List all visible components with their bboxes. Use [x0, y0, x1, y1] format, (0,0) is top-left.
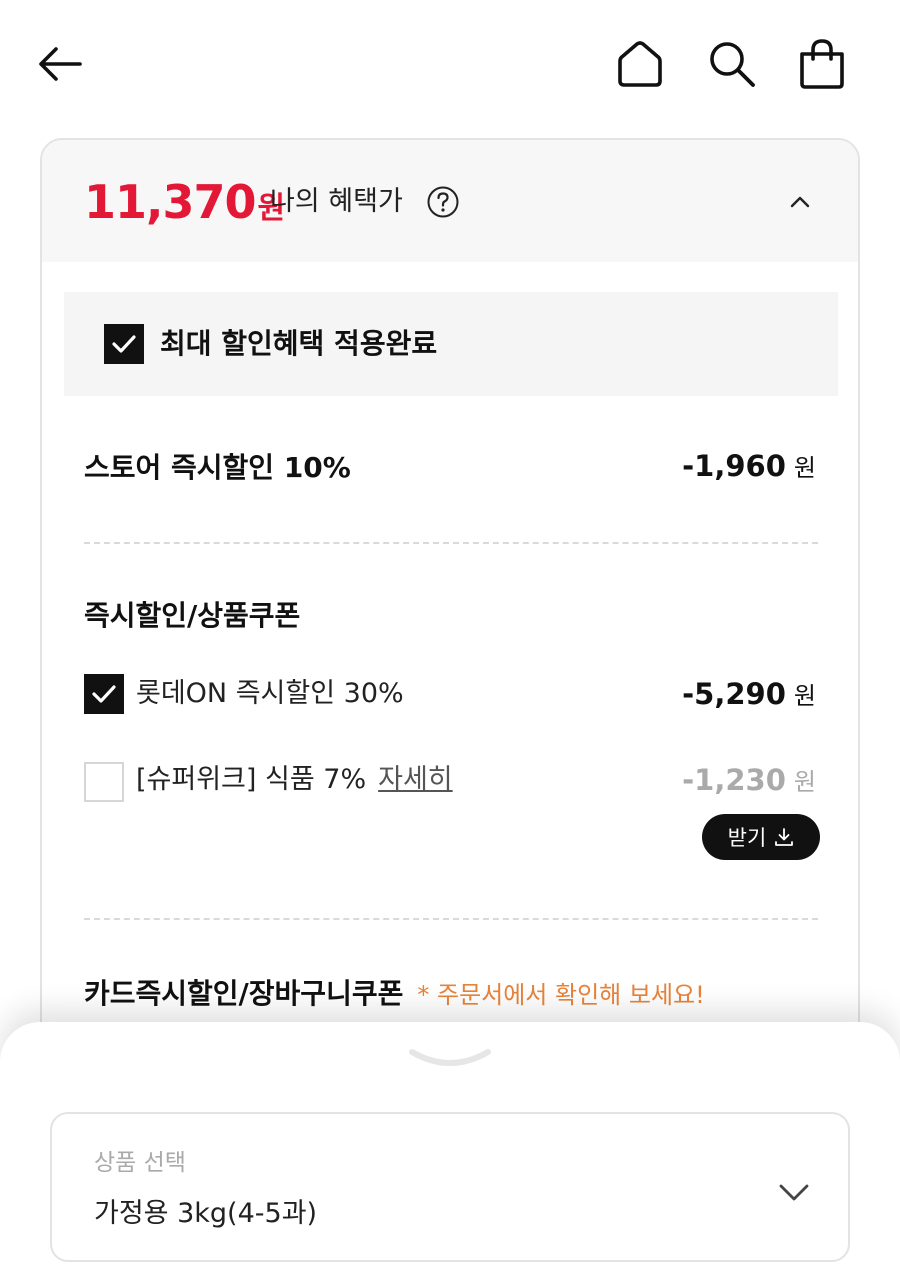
- option-select-label: 상품 선택: [94, 1150, 186, 1176]
- product-option-select[interactable]: 상품 선택 가정용 3kg(4-5과): [50, 1112, 850, 1262]
- chevron-up-icon: [790, 196, 810, 208]
- search-icon: [710, 42, 755, 87]
- chevron-down-icon: [779, 1184, 809, 1201]
- coupon-label: [슈퍼위크] 식품 7% 자세히: [136, 760, 453, 800]
- store-discount-amount: -1,960 원: [682, 446, 816, 488]
- search-button[interactable]: [704, 36, 760, 92]
- coupon-amount-value: -5,290: [682, 677, 786, 711]
- coupons-title: 즉시할인/상품쿠폰: [84, 599, 301, 632]
- home-icon: [618, 41, 662, 87]
- divider: [84, 918, 818, 920]
- coupon-amount-unit: 원: [793, 682, 816, 710]
- coupon-amount-value: -1,230: [682, 763, 786, 797]
- max-discount-applied-box: 최대 할인혜택 적용완료: [64, 292, 838, 396]
- question-circle-icon[interactable]: [426, 185, 460, 219]
- coupon-checkbox-checked[interactable]: [84, 674, 124, 714]
- card-discount-title-text: 카드즉시할인/장바구니쿠폰: [84, 977, 404, 1010]
- checkmark-icon: [92, 685, 116, 703]
- sheet-collapse-handle-icon[interactable]: [406, 1044, 494, 1074]
- details-link[interactable]: 자세히: [378, 764, 453, 795]
- top-app-bar: [0, 0, 900, 130]
- store-discount-title: 스토어 즉시할인 10%: [84, 451, 351, 484]
- store-discount-value: -1,960: [682, 449, 786, 483]
- coupon-amount: -1,230 원: [682, 760, 816, 802]
- divider: [84, 542, 818, 544]
- coupon-label-text: [슈퍼위크] 식품 7%: [136, 764, 367, 795]
- card-discount-notice: * 주문서에서 확인해 보세요!: [417, 981, 705, 1009]
- benefit-price: 11,370원: [84, 172, 285, 239]
- benefit-card: 11,370원 나의 혜택가 최대 할인혜택 적용완료 스토어 즉시할인 10%…: [40, 138, 860, 1138]
- coupon-amount: -5,290 원: [682, 674, 816, 716]
- coupon-label: 롯데ON 즉시할인 30%: [136, 678, 404, 709]
- back-button[interactable]: [32, 36, 88, 92]
- benefit-price-label: 나의 혜택가: [270, 186, 403, 217]
- applied-checkbox: [104, 324, 144, 364]
- option-bottom-sheet: 상품 선택 가정용 3kg(4-5과): [0, 1022, 900, 1271]
- receive-coupon-button[interactable]: 받기: [702, 814, 820, 860]
- checkmark-icon: [112, 335, 136, 353]
- benefit-price-value: 11,370: [84, 175, 257, 229]
- coupon-amount-unit: 원: [793, 768, 816, 796]
- card-discount-title: 카드즉시할인/장바구니쿠폰 * 주문서에서 확인해 보세요!: [84, 974, 705, 1015]
- cart-button[interactable]: [794, 36, 850, 92]
- home-button[interactable]: [612, 36, 668, 92]
- shopping-bag-icon: [800, 39, 844, 89]
- collapse-button[interactable]: [780, 182, 820, 222]
- store-discount-unit: 원: [793, 454, 816, 482]
- coupon-checkbox-unchecked[interactable]: [84, 762, 124, 802]
- applied-text: 최대 할인혜택 적용완료: [160, 327, 438, 360]
- benefit-header[interactable]: 11,370원 나의 혜택가: [42, 140, 858, 262]
- option-select-value: 가정용 3kg(4-5과): [94, 1198, 318, 1229]
- receive-coupon-label: 받기: [727, 826, 767, 850]
- download-icon: [775, 828, 794, 846]
- arrow-left-icon: [39, 47, 82, 81]
